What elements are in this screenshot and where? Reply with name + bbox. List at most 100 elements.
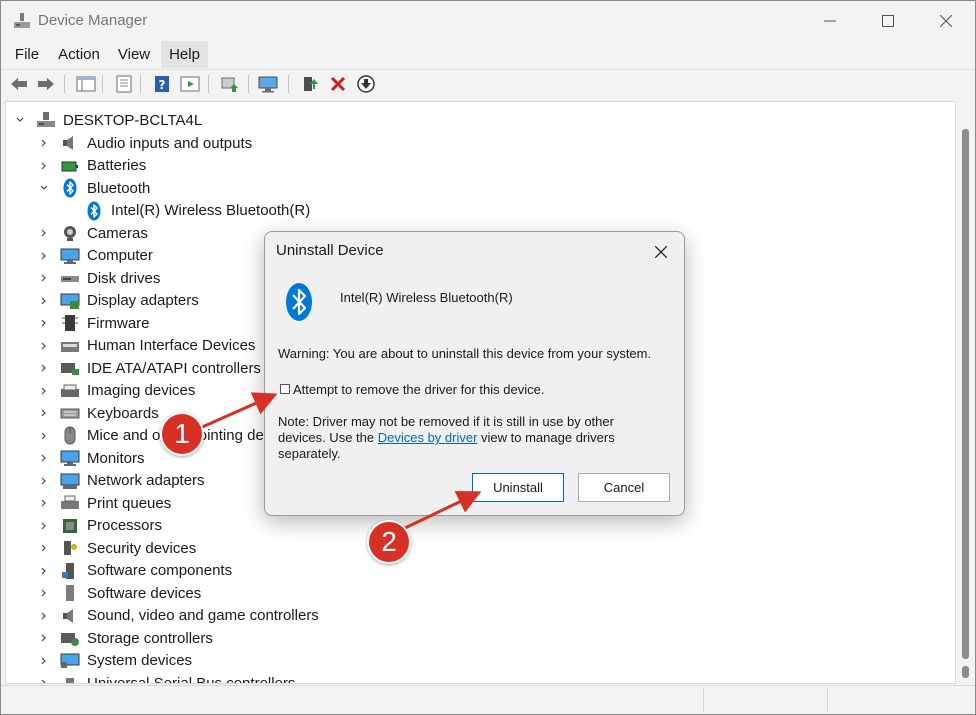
menu-action[interactable]: Action: [52, 41, 106, 68]
title-bar: Device Manager: [1, 1, 975, 41]
tree-category[interactable]: Monitors: [38, 447, 145, 469]
chevron-right-icon[interactable]: [38, 542, 50, 554]
security-icon: [60, 538, 80, 558]
menu-view[interactable]: View: [112, 41, 156, 68]
tree-category[interactable]: Imaging devices: [38, 380, 195, 402]
chevron-down-icon[interactable]: [14, 114, 26, 126]
download-circle-icon: [357, 75, 375, 93]
update-driver-button[interactable]: [219, 73, 241, 95]
scrollbar-down[interactable]: [962, 666, 969, 678]
remove-driver-checkbox-label[interactable]: Attempt to remove the driver for this de…: [293, 382, 544, 397]
tree-category[interactable]: Storage controllers: [38, 627, 213, 649]
chevron-right-icon[interactable]: [38, 250, 50, 262]
scrollbar-thumb[interactable]: [962, 129, 969, 659]
dialog-close-button[interactable]: [650, 241, 672, 263]
close-button[interactable]: [917, 1, 975, 41]
tree-category[interactable]: Bluetooth: [38, 177, 150, 199]
chevron-right-icon[interactable]: [38, 610, 50, 622]
chevron-right-icon[interactable]: [38, 317, 50, 329]
chevron-right-icon[interactable]: [38, 407, 50, 419]
toolbar-separator: [248, 75, 249, 93]
device-manager-icon: [13, 12, 31, 35]
chevron-right-icon[interactable]: [38, 362, 50, 374]
uninstall-button[interactable]: Uninstall: [472, 473, 564, 502]
disable-device-button[interactable]: [355, 73, 377, 95]
chevron-right-icon[interactable]: [38, 160, 50, 172]
usb-icon: [60, 673, 80, 683]
chevron-right-icon[interactable]: [38, 227, 50, 239]
bluetooth-icon: [285, 282, 313, 327]
tree-category[interactable]: Display adapters: [38, 290, 199, 312]
tree-category[interactable]: IDE ATA/ATAPI controllers: [38, 357, 261, 379]
chevron-right-icon[interactable]: [38, 677, 50, 683]
toolbar-separator: [102, 75, 103, 93]
tree-category[interactable]: Universal Serial Bus controllers: [38, 672, 296, 684]
tree-category-label: Monitors: [87, 449, 145, 467]
hid-icon: [60, 336, 80, 356]
status-segment: [703, 688, 827, 712]
computer-root-icon: [36, 110, 56, 130]
devices-by-driver-link[interactable]: Devices by driver: [378, 430, 478, 445]
chevron-right-icon[interactable]: [38, 452, 50, 464]
minimize-button[interactable]: [801, 1, 859, 41]
chevron-right-icon[interactable]: [38, 137, 50, 149]
tree-category-label: Firmware: [87, 314, 150, 332]
chevron-right-icon[interactable]: [38, 520, 50, 532]
callout-2: 2: [367, 520, 411, 564]
tree-category[interactable]: Print queues: [38, 492, 171, 514]
properties-button[interactable]: [113, 73, 135, 95]
tree-category-label: Universal Serial Bus controllers: [87, 674, 296, 684]
tree-category[interactable]: Software devices: [38, 582, 201, 604]
tree-category-label: Batteries: [87, 157, 147, 174]
maximize-button[interactable]: [859, 1, 917, 41]
chevron-right-icon[interactable]: [38, 385, 50, 397]
chevron-right-icon[interactable]: [38, 655, 50, 667]
menu-file[interactable]: File: [8, 41, 46, 68]
chevron-right-icon[interactable]: [38, 497, 50, 509]
tree-category[interactable]: Security devices: [38, 537, 196, 559]
chevron-right-icon[interactable]: [38, 632, 50, 644]
show-hide-console-tree-button[interactable]: [75, 73, 97, 95]
monitor-icon: [60, 246, 80, 266]
properties-icon: [116, 75, 132, 93]
tree-category[interactable]: Disk drives: [38, 267, 160, 289]
menu-help[interactable]: Help: [161, 41, 208, 68]
scan-hardware-button[interactable]: [258, 73, 280, 95]
remove-driver-checkbox[interactable]: [280, 384, 290, 394]
tree-category[interactable]: Computer: [38, 245, 153, 267]
tree-category[interactable]: System devices: [38, 650, 192, 672]
cancel-button[interactable]: Cancel: [578, 473, 670, 502]
tree-category[interactable]: Firmware: [38, 312, 150, 334]
toolbar-separator: [64, 75, 65, 93]
tree-category[interactable]: Cameras: [38, 222, 148, 244]
tree-root[interactable]: DESKTOP-BCLTA4L: [14, 109, 202, 131]
forward-button[interactable]: [35, 73, 57, 95]
tree-category[interactable]: Audio inputs and outputs: [38, 132, 252, 154]
help-icon: ?: [155, 76, 169, 92]
chevron-right-icon[interactable]: [38, 430, 50, 442]
chevron-right-icon[interactable]: [38, 565, 50, 577]
tree-category[interactable]: Human Interface Devices: [38, 335, 255, 357]
tree-category[interactable]: Batteries: [38, 155, 146, 177]
tree-category-label: Audio inputs and outputs: [87, 134, 253, 152]
tree-category[interactable]: Processors: [38, 515, 162, 537]
dialog-note: Note: Driver may not be removed if it is…: [278, 414, 648, 462]
chevron-right-icon[interactable]: [38, 272, 50, 284]
help-button[interactable]: ?: [151, 73, 173, 95]
tree-category[interactable]: Software components: [38, 560, 232, 582]
tree-category[interactable]: Sound, video and game controllers: [38, 605, 319, 627]
chevron-right-icon[interactable]: [38, 295, 50, 307]
chevron-right-icon[interactable]: [38, 475, 50, 487]
tree-category-label: Human Interface Devices: [87, 337, 256, 354]
enable-device-button[interactable]: [299, 73, 321, 95]
tree-category[interactable]: Network adapters: [38, 470, 205, 492]
tree-device[interactable]: Intel(R) Wireless Bluetooth(R): [84, 200, 310, 222]
back-button[interactable]: [8, 73, 30, 95]
tree-category[interactable]: Keyboards: [38, 402, 159, 424]
uninstall-device-button[interactable]: [327, 73, 349, 95]
chevron-right-icon[interactable]: [38, 587, 50, 599]
action-pane-button[interactable]: [179, 73, 201, 95]
chevron-right-icon[interactable]: [38, 340, 50, 352]
vertical-scrollbar[interactable]: [957, 101, 975, 684]
chevron-down-icon[interactable]: [38, 182, 50, 194]
